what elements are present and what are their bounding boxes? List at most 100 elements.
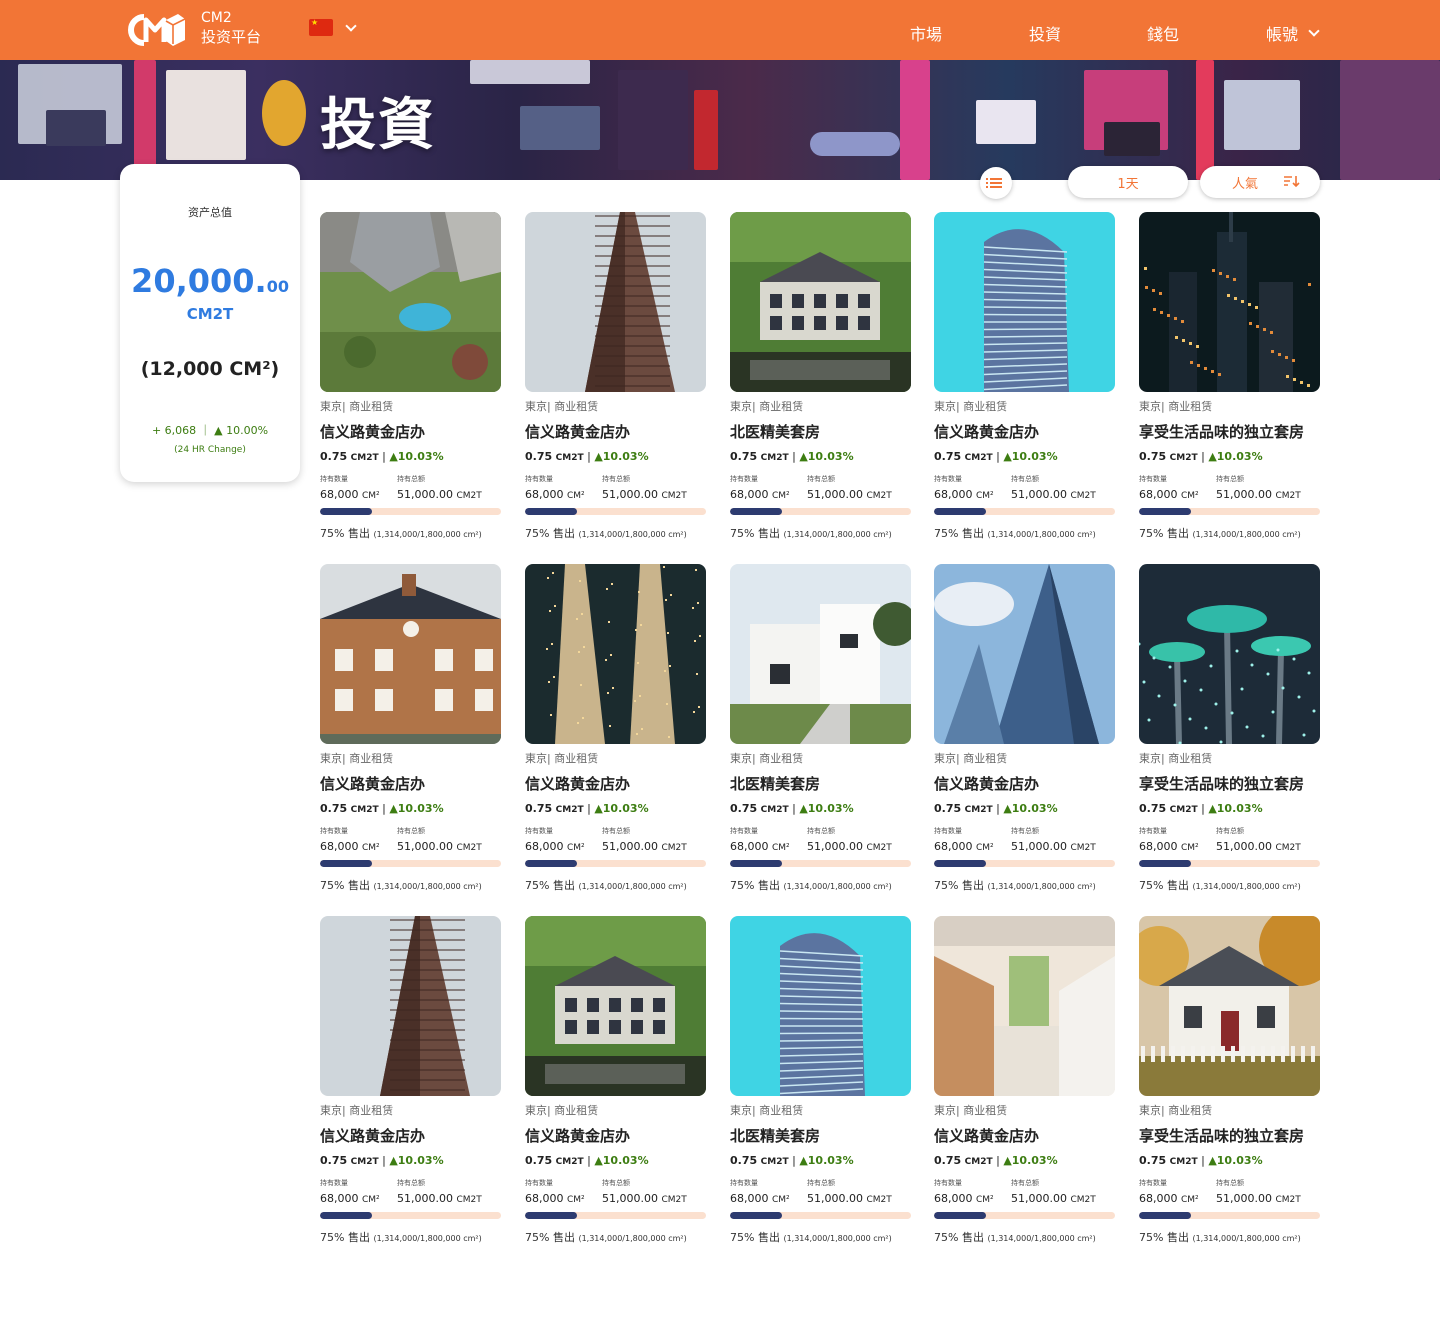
property-image[interactable] bbox=[934, 916, 1115, 1096]
sold-percent: 75% bbox=[730, 527, 755, 540]
nav-invest[interactable]: 投資 bbox=[1029, 21, 1061, 45]
property-name[interactable]: 信义路黄金店办 bbox=[934, 421, 1039, 442]
property-image[interactable] bbox=[934, 212, 1115, 392]
holdings-qty-number: 68,000 bbox=[525, 488, 564, 501]
brand-name[interactable]: CM2 投资平台 bbox=[201, 9, 261, 47]
property-name[interactable]: 信义路黄金店办 bbox=[525, 421, 630, 442]
property-name[interactable]: 北医精美套房 bbox=[730, 773, 820, 794]
asset-summary-card: 资产总值 20,000.00 CM2T (12,000 CM²) + 6,068… bbox=[120, 164, 300, 482]
property-card[interactable]: 東京| 商业租赁 北医精美套房 0.75 CM2T | ▲10.03% 持有数量… bbox=[730, 564, 911, 904]
property-card[interactable]: 東京| 商业租赁 享受生活品味的独立套房 0.75 CM2T | ▲10.03%… bbox=[1139, 212, 1320, 552]
total-assets-area: (12,000 CM²) bbox=[140, 358, 280, 380]
property-price: 0.75 bbox=[525, 1154, 553, 1167]
holdings-qty-unit: CM² bbox=[1181, 491, 1199, 501]
property-card[interactable]: 東京| 商业租赁 信义路黄金店办 0.75 CM2T | ▲10.03% 持有数… bbox=[934, 916, 1115, 1256]
property-card[interactable]: 東京| 商业租赁 信义路黄金店办 0.75 CM2T | ▲10.03% 持有数… bbox=[320, 564, 501, 904]
sold-summary: 75% 售出 (1,314,000/1,800,000 cm²) bbox=[730, 525, 892, 541]
sort-label: 人氣 bbox=[1232, 176, 1259, 192]
sort-button[interactable]: 人氣 bbox=[1200, 166, 1320, 198]
holdings-total-label: 持有总额 bbox=[602, 827, 630, 835]
holdings-total-value: 51,000.00 CM2T bbox=[807, 488, 892, 501]
property-change: ▲10.03% bbox=[1003, 802, 1058, 815]
property-card[interactable]: 東京| 商业租赁 北医精美套房 0.75 CM2T | ▲10.03% 持有数量… bbox=[730, 916, 911, 1256]
property-image[interactable] bbox=[320, 916, 501, 1096]
nav-wallet[interactable]: 錢包 bbox=[1147, 21, 1179, 45]
property-image[interactable] bbox=[320, 564, 501, 744]
sold-progress-fill bbox=[730, 1212, 783, 1219]
sold-detail: (1,314,000/1,800,000 cm²) bbox=[578, 882, 687, 891]
nav-account[interactable]: 帳號 bbox=[1266, 21, 1320, 45]
sold-word: 售出 bbox=[347, 879, 370, 892]
list-view-button[interactable] bbox=[980, 167, 1012, 199]
holdings-qty-number: 68,000 bbox=[1139, 840, 1178, 853]
property-card[interactable]: 東京| 商业租赁 享受生活品味的独立套房 0.75 CM2T | ▲10.03%… bbox=[1139, 916, 1320, 1256]
holdings-total-label: 持有总额 bbox=[807, 1179, 835, 1187]
holdings-total-unit: CM2T bbox=[1275, 1195, 1301, 1205]
hero-sign bbox=[134, 60, 156, 180]
holdings-total-unit: CM2T bbox=[1070, 1195, 1096, 1205]
sold-progress-bar bbox=[934, 1212, 1115, 1219]
property-name[interactable]: 享受生活品味的独立套房 bbox=[1139, 421, 1304, 442]
property-image[interactable] bbox=[730, 564, 911, 744]
language-selector[interactable] bbox=[309, 18, 357, 36]
property-card[interactable]: 東京| 商业租赁 信义路黄金店办 0.75 CM2T | ▲10.03% 持有数… bbox=[934, 212, 1115, 552]
page-title: 投資 bbox=[320, 93, 436, 158]
property-name[interactable]: 北医精美套房 bbox=[730, 421, 820, 442]
cm2-logo-icon[interactable] bbox=[122, 12, 186, 48]
property-category: 東京| 商业租赁 bbox=[525, 752, 599, 765]
property-card[interactable]: 東京| 商业租赁 信义路黄金店办 0.75 CM2T | ▲10.03% 持有数… bbox=[320, 212, 501, 552]
sold-detail: (1,314,000/1,800,000 cm²) bbox=[1192, 1234, 1301, 1243]
property-image[interactable] bbox=[934, 564, 1115, 744]
sold-summary: 75% 售出 (1,314,000/1,800,000 cm²) bbox=[1139, 1229, 1301, 1245]
property-name[interactable]: 信义路黄金店办 bbox=[320, 1125, 425, 1146]
sold-progress-bar bbox=[730, 1212, 911, 1219]
property-name[interactable]: 信义路黄金店办 bbox=[320, 773, 425, 794]
property-image[interactable] bbox=[1139, 916, 1320, 1096]
holdings-qty-value: 68,000 CM² bbox=[525, 1192, 585, 1205]
property-card[interactable]: 東京| 商业租赁 信义路黄金店办 0.75 CM2T | ▲10.03% 持有数… bbox=[525, 564, 706, 904]
holdings-total-number: 51,000.00 bbox=[1216, 840, 1272, 853]
property-name[interactable]: 享受生活品味的独立套房 bbox=[1139, 773, 1304, 794]
list-icon bbox=[986, 186, 1002, 188]
property-card[interactable]: 東京| 商业租赁 信义路黄金店办 0.75 CM2T | ▲10.03% 持有数… bbox=[934, 564, 1115, 904]
holdings-total-number: 51,000.00 bbox=[1216, 1192, 1272, 1205]
holdings-total-label: 持有总额 bbox=[807, 827, 835, 835]
property-name[interactable]: 信义路黄金店办 bbox=[525, 1125, 630, 1146]
property-image[interactable] bbox=[525, 564, 706, 744]
property-change: ▲10.03% bbox=[1208, 1154, 1263, 1167]
property-card[interactable]: 東京| 商业租赁 信义路黄金店办 0.75 CM2T | ▲10.03% 持有数… bbox=[525, 916, 706, 1256]
property-name[interactable]: 北医精美套房 bbox=[730, 1125, 820, 1146]
property-name[interactable]: 享受生活品味的独立套房 bbox=[1139, 1125, 1304, 1146]
sold-detail: (1,314,000/1,800,000 cm²) bbox=[578, 1234, 687, 1243]
property-image[interactable] bbox=[525, 916, 706, 1096]
property-image[interactable] bbox=[730, 212, 911, 392]
property-card[interactable]: 東京| 商业租赁 享受生活品味的独立套房 0.75 CM2T | ▲10.03%… bbox=[1139, 564, 1320, 904]
sold-percent: 75% bbox=[1139, 879, 1164, 892]
property-price-unit: CM2T bbox=[555, 805, 584, 815]
property-price-unit: CM2T bbox=[964, 1157, 993, 1167]
property-card[interactable]: 東京| 商业租赁 信义路黄金店办 0.75 CM2T | ▲10.03% 持有数… bbox=[320, 916, 501, 1256]
hero-sign bbox=[46, 110, 106, 146]
hero-sign bbox=[262, 80, 306, 146]
sold-percent: 75% bbox=[525, 1231, 550, 1244]
property-name[interactable]: 信义路黄金店办 bbox=[934, 773, 1039, 794]
property-name[interactable]: 信义路黄金店办 bbox=[934, 1125, 1039, 1146]
property-image[interactable] bbox=[320, 212, 501, 392]
nav-market[interactable]: 市場 bbox=[910, 21, 942, 45]
property-price-line: 0.75 CM2T | ▲10.03% bbox=[525, 1154, 649, 1167]
china-flag-icon bbox=[309, 18, 333, 36]
property-card[interactable]: 東京| 商业租赁 信义路黄金店办 0.75 CM2T | ▲10.03% 持有数… bbox=[525, 212, 706, 552]
property-image[interactable] bbox=[525, 212, 706, 392]
property-image[interactable] bbox=[730, 916, 911, 1096]
property-image[interactable] bbox=[1139, 564, 1320, 744]
property-category: 東京| 商业租赁 bbox=[730, 1104, 804, 1117]
holdings-qty-value: 68,000 CM² bbox=[320, 1192, 380, 1205]
sold-detail: (1,314,000/1,800,000 cm²) bbox=[578, 530, 687, 539]
holdings-qty-value: 68,000 CM² bbox=[730, 840, 790, 853]
property-name[interactable]: 信义路黄金店办 bbox=[525, 773, 630, 794]
period-filter-button[interactable]: 1天 bbox=[1068, 166, 1188, 198]
property-card[interactable]: 東京| 商业租赁 北医精美套房 0.75 CM2T | ▲10.03% 持有数量… bbox=[730, 212, 911, 552]
property-name[interactable]: 信义路黄金店办 bbox=[320, 421, 425, 442]
property-image[interactable] bbox=[1139, 212, 1320, 392]
property-category: 東京| 商业租赁 bbox=[934, 1104, 1008, 1117]
